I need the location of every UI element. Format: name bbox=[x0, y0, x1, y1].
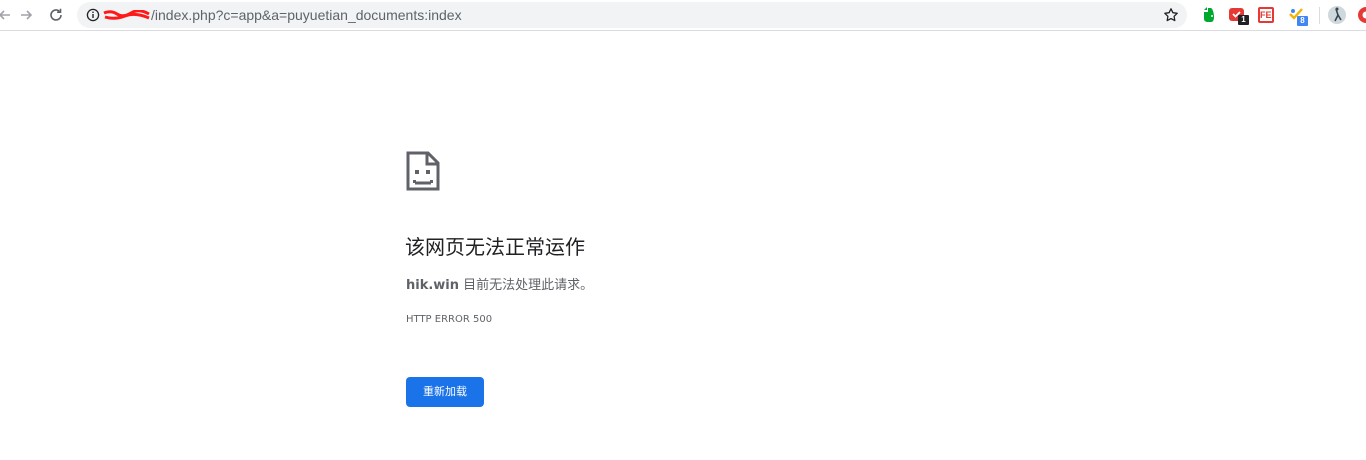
back-button[interactable] bbox=[0, 4, 16, 26]
sad-document-icon bbox=[406, 151, 440, 191]
profile-avatar[interactable] bbox=[1327, 5, 1347, 25]
error-description: hik.win 目前无法处理此请求。 bbox=[406, 276, 593, 296]
redaction-mark bbox=[103, 10, 151, 21]
error-title: 该网页无法正常运作 bbox=[405, 235, 585, 259]
error-message: 目前无法处理此请求。 bbox=[459, 278, 594, 293]
fe-label: FE bbox=[1260, 10, 1272, 20]
extension-partial[interactable] bbox=[1356, 6, 1366, 26]
avatar-icon bbox=[1328, 6, 1346, 24]
evernote-extension[interactable] bbox=[1199, 5, 1219, 25]
red-circle-icon bbox=[1358, 7, 1366, 23]
checker-extension[interactable]: 8 bbox=[1287, 5, 1308, 26]
checker-badge: 8 bbox=[1297, 16, 1308, 26]
address-bar[interactable]: /index.php?c=app&a=puyuetian_documents:i… bbox=[77, 2, 1187, 28]
reload-button[interactable]: 重新加载 bbox=[406, 377, 484, 407]
evernote-icon bbox=[1204, 7, 1214, 22]
forward-button[interactable] bbox=[15, 4, 37, 26]
reload-page-button[interactable] bbox=[45, 4, 67, 26]
url-path: /index.php?c=app&a=puyuetian_documents:i… bbox=[151, 7, 462, 23]
arrow-left-icon bbox=[0, 10, 10, 20]
fe-extension[interactable]: FE bbox=[1257, 5, 1277, 25]
todo-badge: 1 bbox=[1238, 15, 1249, 25]
info-icon[interactable] bbox=[86, 8, 100, 22]
todo-extension[interactable]: 1 bbox=[1228, 5, 1249, 25]
url-text[interactable]: /index.php?c=app&a=puyuetian_documents:i… bbox=[103, 7, 462, 23]
reload-icon bbox=[50, 8, 62, 21]
error-code: HTTP ERROR 500 bbox=[406, 314, 493, 325]
toolbar-divider bbox=[1319, 7, 1320, 24]
browser-toolbar: /index.php?c=app&a=puyuetian_documents:i… bbox=[0, 0, 1366, 31]
arrow-right-icon bbox=[21, 10, 33, 20]
star-icon[interactable] bbox=[1163, 7, 1179, 23]
error-host: hik.win bbox=[406, 278, 460, 293]
